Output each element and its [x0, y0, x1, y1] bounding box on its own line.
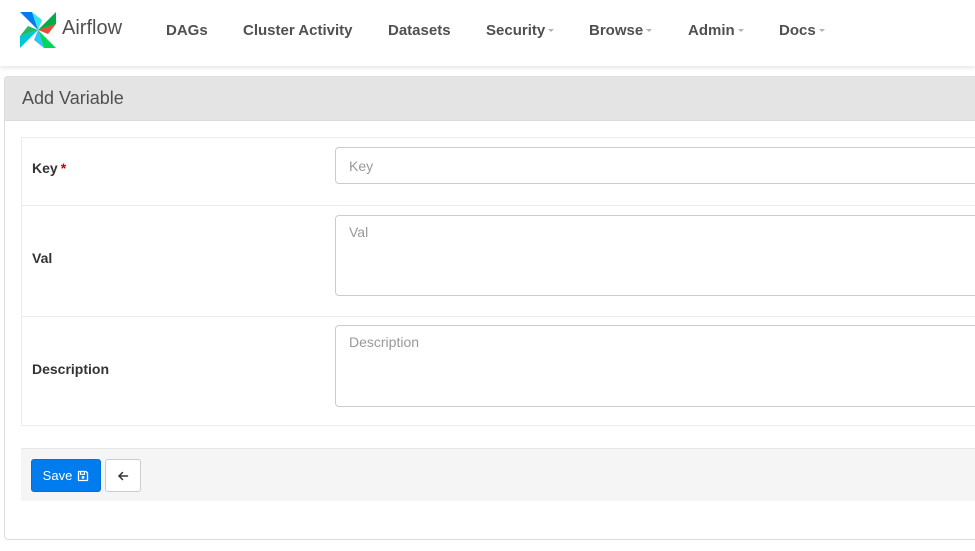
chevron-down-icon	[818, 28, 825, 32]
back-button[interactable]	[105, 459, 141, 492]
floppy-disk-icon	[78, 470, 89, 481]
chevron-down-icon	[737, 28, 744, 32]
nav-item-label: Datasets	[388, 22, 451, 39]
form-row-description: Description	[22, 316, 975, 425]
key-label: Key *	[32, 160, 66, 176]
variable-form: Key* Val Description	[21, 137, 975, 426]
nav-item-docs[interactable]: Docs	[779, 22, 825, 39]
val-textarea[interactable]	[335, 215, 975, 296]
nav-item-datasets[interactable]: Datasets	[388, 22, 451, 39]
val-label: Val	[32, 250, 53, 266]
arrow-left-icon	[118, 471, 129, 480]
key-label-text: Key	[32, 160, 58, 176]
airflow-brand-link[interactable]: Airflow	[18, 10, 122, 50]
key-input[interactable]	[335, 147, 975, 184]
panel-heading: Add Variable	[5, 77, 975, 121]
nav-item-security[interactable]: Security	[486, 22, 555, 39]
description-textarea[interactable]	[335, 325, 975, 407]
save-button[interactable]: Save	[31, 459, 101, 492]
chevron-down-icon	[646, 28, 653, 32]
form-actions: Save	[21, 448, 975, 501]
chevron-down-icon	[548, 28, 555, 32]
nav-item-label: Cluster Activity	[243, 22, 353, 39]
form-row-key: Key *	[22, 138, 975, 205]
description-label: Description	[32, 361, 110, 377]
navbar: Airflow DAGs Cluster Activity Datasets S…	[0, 0, 975, 66]
form-row-val: Val	[22, 205, 975, 316]
page-title: Add Variable	[22, 88, 124, 108]
nav-item-browse[interactable]: Browse	[589, 22, 653, 39]
add-variable-panel: Add Variable Key* Val Description Save	[4, 76, 975, 540]
nav-item-label: Docs	[779, 22, 816, 39]
airflow-logo-icon	[20, 12, 56, 48]
nav-item-label: Admin	[688, 22, 735, 39]
nav-item-label: Browse	[589, 22, 644, 39]
nav-item-admin[interactable]: Admin	[688, 22, 744, 39]
nav-item-label: DAGs	[166, 22, 208, 39]
nav-item-cluster-activity[interactable]: Cluster Activity	[243, 22, 352, 39]
save-button-label: Save	[42, 468, 73, 483]
nav-item-label: Security	[486, 22, 546, 39]
brand-name: Airflow	[62, 16, 123, 39]
nav-item-dags[interactable]: DAGs	[166, 22, 208, 39]
required-mark: *	[60, 160, 67, 176]
